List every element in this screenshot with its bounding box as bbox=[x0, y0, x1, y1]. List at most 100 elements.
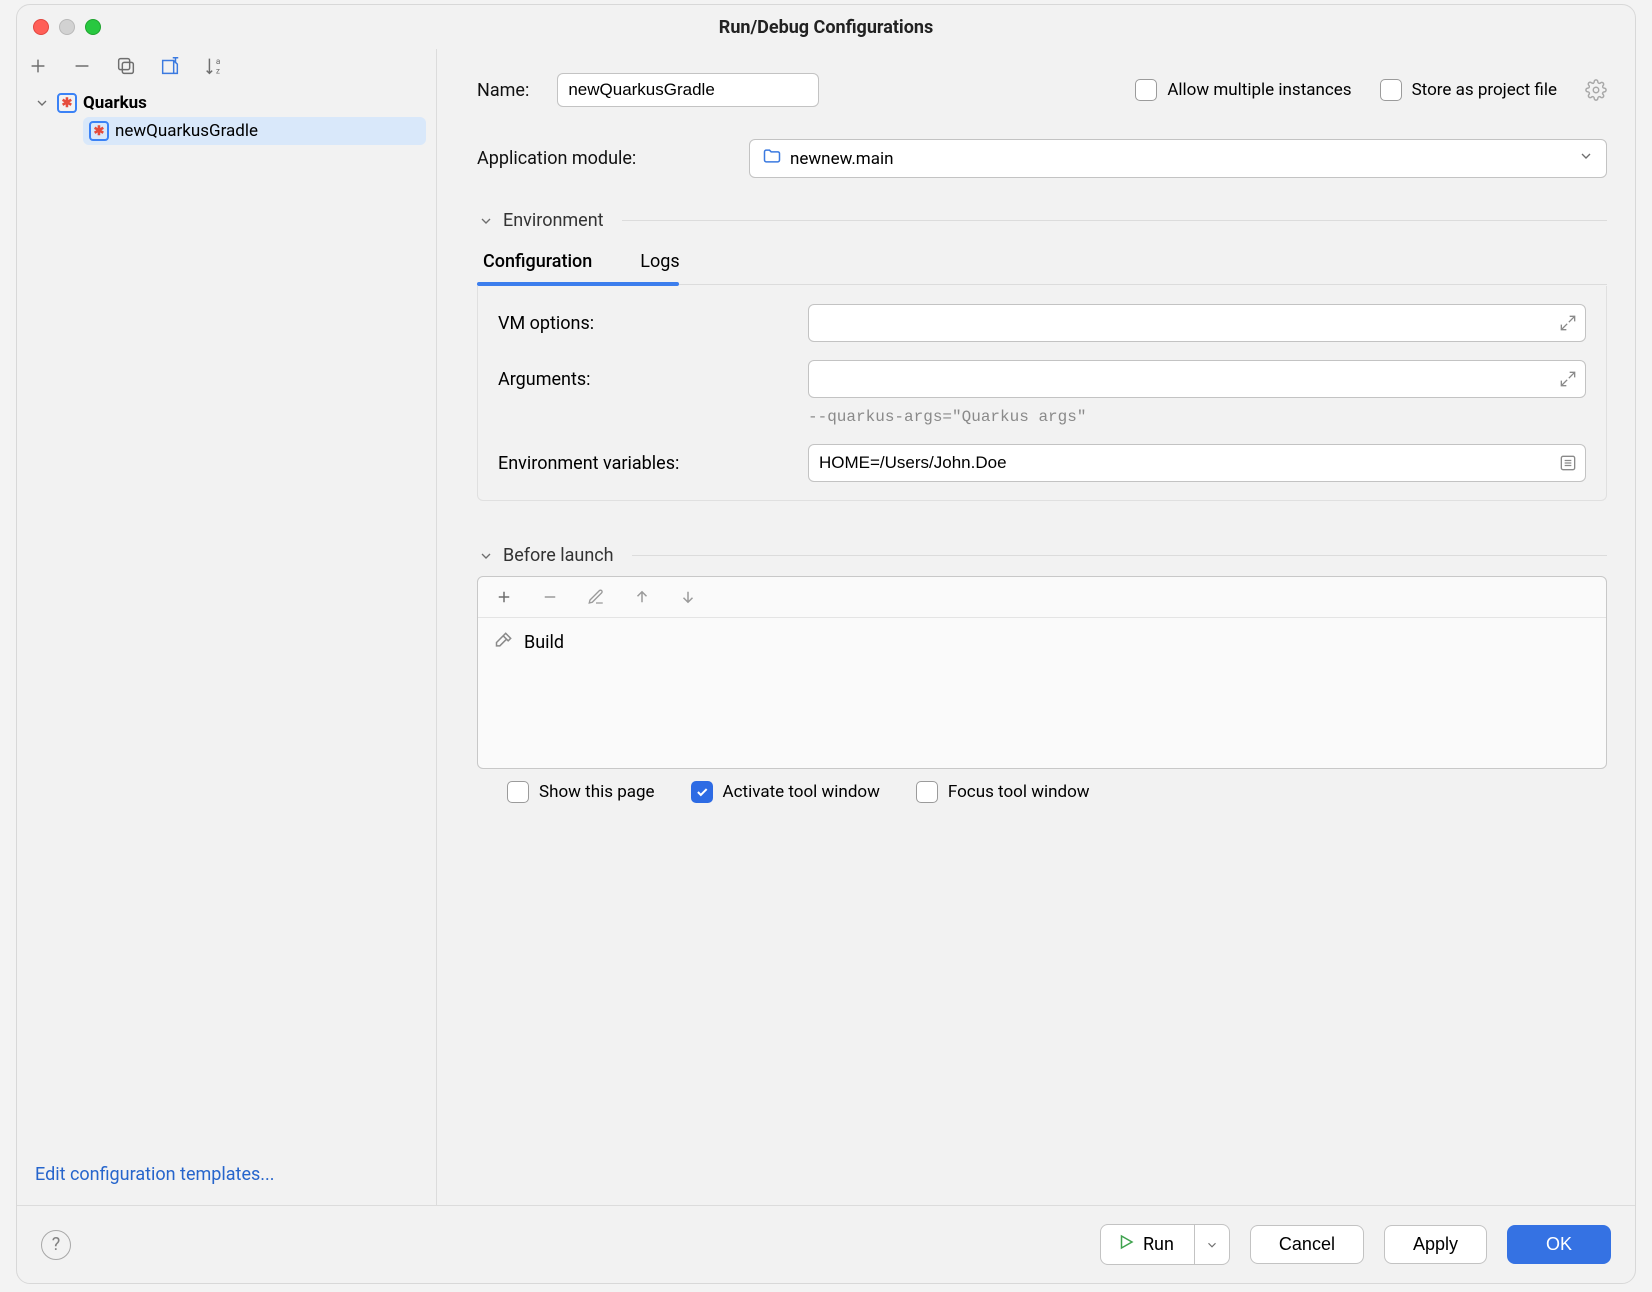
list-icon[interactable] bbox=[1558, 453, 1578, 473]
show-page-label: Show this page bbox=[539, 782, 655, 802]
traffic-lights bbox=[33, 19, 101, 35]
checkbox-box bbox=[507, 781, 529, 803]
configuration-panel: VM options: Arguments: bbox=[477, 286, 1607, 501]
expand-icon[interactable] bbox=[1558, 369, 1578, 389]
quarkus-type-icon: ✱ bbox=[89, 121, 109, 141]
main-panel: Name: Allow multiple instances Store as … bbox=[437, 49, 1635, 1205]
name-label: Name: bbox=[477, 80, 529, 101]
cancel-button[interactable]: Cancel bbox=[1250, 1225, 1364, 1264]
edit-templates-link[interactable]: Edit configuration templates... bbox=[35, 1164, 275, 1185]
chevron-down-icon bbox=[1578, 148, 1594, 169]
ok-button[interactable]: OK bbox=[1507, 1225, 1611, 1264]
focus-tool-checkbox[interactable]: Focus tool window bbox=[916, 781, 1090, 803]
module-select[interactable]: newnew.main bbox=[749, 139, 1607, 178]
expand-icon[interactable] bbox=[1558, 313, 1578, 333]
help-button[interactable]: ? bbox=[41, 1230, 71, 1260]
allow-multiple-checkbox[interactable]: Allow multiple instances bbox=[1135, 79, 1351, 101]
tree-item-label: newQuarkusGradle bbox=[115, 121, 258, 141]
module-icon bbox=[762, 146, 782, 171]
env-vars-row: Environment variables: bbox=[498, 444, 1586, 482]
launch-options-row: Show this page Activate tool window Focu… bbox=[477, 781, 1607, 803]
sidebar-toolbar: az bbox=[17, 49, 436, 83]
before-launch-section: Before launch bbox=[477, 545, 1607, 803]
before-launch-list: Build bbox=[477, 576, 1607, 769]
dialog-window: Run/Debug Configurations az bbox=[16, 4, 1636, 1284]
configuration-tree: ✱ Quarkus ✱ newQuarkusGradle bbox=[17, 83, 436, 1150]
tree-group-quarkus[interactable]: ✱ Quarkus bbox=[27, 89, 426, 117]
vm-options-label: VM options: bbox=[498, 313, 788, 334]
copy-configuration-icon[interactable] bbox=[115, 55, 137, 77]
activate-tool-label: Activate tool window bbox=[723, 782, 880, 802]
store-project-label: Store as project file bbox=[1412, 80, 1557, 100]
titlebar: Run/Debug Configurations bbox=[17, 5, 1635, 49]
zoom-window-button[interactable] bbox=[85, 19, 101, 35]
dialog-footer: ? Run Cancel Apply OK bbox=[17, 1205, 1635, 1283]
checkbox-box bbox=[691, 781, 713, 803]
checkbox-box bbox=[916, 781, 938, 803]
name-input[interactable] bbox=[557, 73, 819, 107]
save-configuration-icon[interactable] bbox=[159, 55, 181, 77]
add-task-icon[interactable] bbox=[494, 587, 514, 607]
module-row: Application module: newnew.main bbox=[477, 139, 1607, 178]
tab-logs[interactable]: Logs bbox=[634, 241, 685, 284]
build-icon bbox=[494, 630, 514, 655]
module-label: Application module: bbox=[477, 148, 727, 169]
run-split-button: Run bbox=[1100, 1224, 1230, 1265]
run-label: Run bbox=[1143, 1234, 1174, 1255]
move-up-icon[interactable] bbox=[632, 587, 652, 607]
environment-header[interactable]: Environment bbox=[477, 210, 1607, 231]
vm-options-input[interactable] bbox=[808, 304, 1586, 342]
close-window-button[interactable] bbox=[33, 19, 49, 35]
sidebar-footer: Edit configuration templates... bbox=[17, 1150, 436, 1205]
environment-title: Environment bbox=[503, 210, 604, 231]
edit-task-icon[interactable] bbox=[586, 587, 606, 607]
divider bbox=[622, 220, 1607, 221]
remove-configuration-icon[interactable] bbox=[71, 55, 93, 77]
store-project-checkbox[interactable]: Store as project file bbox=[1380, 79, 1557, 101]
tree-item-selected[interactable]: ✱ newQuarkusGradle bbox=[83, 117, 426, 145]
show-page-checkbox[interactable]: Show this page bbox=[507, 781, 655, 803]
focus-tool-label: Focus tool window bbox=[948, 782, 1090, 802]
chevron-down-icon bbox=[477, 212, 495, 230]
add-configuration-icon[interactable] bbox=[27, 55, 49, 77]
play-icon bbox=[1117, 1233, 1135, 1256]
tab-underline bbox=[477, 282, 679, 286]
tabs: Configuration Logs bbox=[477, 241, 1607, 285]
before-launch-item[interactable]: Build bbox=[494, 630, 1590, 655]
env-vars-input[interactable] bbox=[808, 444, 1586, 482]
svg-text:z: z bbox=[216, 66, 220, 76]
run-button[interactable]: Run bbox=[1100, 1224, 1195, 1265]
content: az ✱ Quarkus ✱ newQuarkusGradle Edit con… bbox=[17, 49, 1635, 1205]
allow-multiple-label: Allow multiple instances bbox=[1167, 80, 1351, 100]
minimize-window-button[interactable] bbox=[59, 19, 75, 35]
environment-section: Environment Configuration Logs VM option… bbox=[477, 210, 1607, 501]
module-value: newnew.main bbox=[790, 149, 894, 169]
sidebar: az ✱ Quarkus ✱ newQuarkusGradle Edit con… bbox=[17, 49, 437, 1205]
quarkus-type-icon: ✱ bbox=[57, 93, 77, 113]
name-row: Name: Allow multiple instances Store as … bbox=[477, 73, 1607, 107]
sort-alpha-icon[interactable]: az bbox=[203, 55, 225, 77]
checkbox-box bbox=[1135, 79, 1157, 101]
apply-button[interactable]: Apply bbox=[1384, 1225, 1487, 1264]
env-vars-label: Environment variables: bbox=[498, 453, 788, 474]
before-launch-header[interactable]: Before launch bbox=[477, 545, 1607, 566]
tree-group-label: Quarkus bbox=[83, 93, 147, 113]
run-dropdown-button[interactable] bbox=[1195, 1224, 1230, 1265]
divider bbox=[632, 555, 1607, 556]
checkbox-box bbox=[1380, 79, 1402, 101]
vm-options-row: VM options: bbox=[498, 304, 1586, 342]
chevron-down-icon bbox=[33, 94, 51, 112]
before-launch-body: Build bbox=[478, 618, 1606, 768]
tab-configuration[interactable]: Configuration bbox=[477, 241, 598, 284]
gear-icon[interactable] bbox=[1585, 79, 1607, 101]
before-launch-title: Before launch bbox=[503, 545, 614, 566]
chevron-down-icon bbox=[477, 547, 495, 565]
before-launch-item-label: Build bbox=[524, 632, 564, 653]
activate-tool-checkbox[interactable]: Activate tool window bbox=[691, 781, 880, 803]
arguments-hint: --quarkus-args="Quarkus args" bbox=[498, 408, 1586, 426]
before-launch-toolbar bbox=[478, 577, 1606, 618]
dialog-title: Run/Debug Configurations bbox=[17, 17, 1635, 38]
move-down-icon[interactable] bbox=[678, 587, 698, 607]
arguments-input[interactable] bbox=[808, 360, 1586, 398]
remove-task-icon[interactable] bbox=[540, 587, 560, 607]
